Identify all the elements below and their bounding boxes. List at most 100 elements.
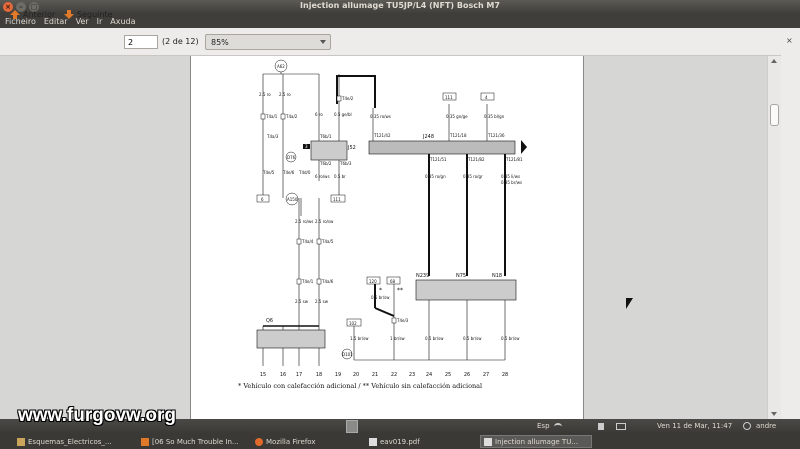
terminal-label: T121/81 [505, 157, 523, 162]
clock[interactable]: Ven 11 de Mar, 11:47 [657, 422, 732, 430]
document-icon [369, 437, 377, 446]
terminal-label: T121/51 [429, 157, 447, 162]
wire-label: 0.5 br/sw [371, 295, 390, 300]
marker-double-star: ** [397, 287, 403, 294]
column-number: 21 [372, 372, 378, 378]
mail-icon[interactable] [616, 423, 626, 430]
vertical-scrollbar[interactable] [767, 56, 781, 419]
terminal-label: T4e/1 [301, 279, 314, 284]
zoom-select[interactable]: 85% [205, 34, 331, 50]
watermark: www.furgovw.org [18, 405, 176, 426]
page-count: (2 de 12) [162, 37, 199, 46]
label-j248: J248 [422, 134, 434, 140]
wire-label: 0.35 ro/gr [463, 174, 483, 179]
column-number: 15 [260, 372, 266, 378]
label-n239: N239 [416, 273, 429, 279]
wire-label: 0.35 br/ws [501, 180, 522, 185]
wire-label: 6 ro/ws [315, 174, 330, 179]
close-document-icon[interactable]: × [786, 36, 793, 45]
terminal-label: T121/82 [467, 157, 485, 162]
task-music[interactable]: [06 So Much Trouble In... [138, 435, 248, 448]
wire-label: 2.5 ro/sw [315, 219, 334, 224]
wire-label: 0.35 ro/gn [425, 174, 446, 179]
menu-help[interactable]: Axuda [110, 17, 135, 26]
terminal-label: T121/36 [487, 133, 505, 138]
power-icon[interactable] [743, 422, 751, 430]
terminal-label: T6b/1 [319, 134, 332, 139]
wire-label: 0.5 br/sw [501, 336, 520, 341]
label-a62: A62 [277, 64, 285, 69]
wire-label: 1 br/sw [390, 336, 405, 341]
wire-label: 0.35 li/ws [501, 174, 520, 179]
next-page-button[interactable]: Seguinte [64, 7, 113, 21]
terminal-label: T4a/4 [301, 239, 314, 244]
column-number: 19 [335, 372, 341, 378]
scroll-up-icon[interactable] [771, 59, 777, 63]
task-label: Injection allumage TU... [495, 437, 579, 446]
column-number: 28 [502, 372, 508, 378]
wire-label: 0.5 br/sw [463, 336, 482, 341]
arrow-up-icon [10, 9, 20, 19]
volume-icon[interactable] [598, 423, 604, 430]
user-name[interactable]: andre [756, 422, 776, 430]
wire-label: 0.5 br [334, 174, 346, 179]
wire-label: 0.5 ge/bl [334, 112, 352, 117]
page-number-input[interactable] [124, 35, 158, 49]
terminal-label: T4e/2 [341, 96, 354, 101]
workspace-cube-icon[interactable] [346, 420, 358, 433]
box-label-111: 111 [333, 197, 341, 202]
toolbar [0, 28, 800, 56]
previous-page-button[interactable]: Anterior [10, 7, 55, 21]
circle-label-a150: A150 [287, 197, 298, 202]
terminal-label: T4e/5 [262, 170, 275, 175]
keyboard-layout[interactable]: Esp [537, 422, 550, 430]
scrollbar-thumb[interactable] [770, 104, 779, 126]
wire-label: 2.5 sw [315, 299, 329, 304]
next-page-label: Seguinte [77, 9, 113, 19]
wire-label: 6 ro [315, 112, 323, 117]
document-icon [484, 437, 492, 446]
document-page: A62 111 4 J248 J52 N239 N75 N18 Q6 3 6 1… [190, 56, 584, 419]
label-q6: Q6 [266, 318, 273, 324]
wire-label: 2.5 ro/ws [295, 219, 313, 224]
task-label: eav019.pdf [380, 437, 420, 446]
window-title: Injection allumage TU5JP/L4 (NFT) Bosch … [300, 1, 500, 10]
box-label-120: 120 [369, 279, 377, 284]
task-eav019[interactable]: eav019.pdf [366, 435, 476, 448]
column-number: 25 [445, 372, 451, 378]
terminal-label: T4a/5 [321, 239, 334, 244]
terminal-label: T4a/2 [285, 114, 298, 119]
wire-label: 2.5 sw [295, 299, 309, 304]
task-injection[interactable]: Injection allumage TU... [480, 435, 592, 448]
terminal-label: T4e/3 [396, 318, 409, 323]
folder-icon [17, 437, 25, 446]
wire-label: 2.5 ro [279, 92, 291, 97]
terminal-label: T121/18 [449, 133, 467, 138]
wire-label: 0.35 ro/ws [370, 114, 391, 119]
menubar: Ficheiro Editar Ver Ir Axuda [0, 14, 800, 28]
task-label: Mozilla Firefox [266, 437, 316, 446]
task-firefox[interactable]: Mozilla Firefox [252, 435, 362, 448]
document-viewport[interactable]: A62 111 4 J248 J52 N239 N75 N18 Q6 3 6 1… [0, 56, 781, 419]
task-esquemas[interactable]: Esquemas_Electricos_... [14, 435, 132, 448]
circle-label-d76: D76 [287, 155, 296, 160]
music-player-icon [141, 437, 149, 446]
diagram-footnote: * Vehículo con calefacción adicional / *… [238, 382, 482, 390]
wire-label: 2.5 ro [259, 92, 271, 97]
window-titlebar: × – □ Injection allumage TU5JP/L4 (NFT) … [0, 0, 800, 14]
column-number: 18 [316, 372, 322, 378]
column-number: 27 [483, 372, 489, 378]
network-icon[interactable] [554, 423, 562, 430]
terminal-label: T4d/0 [298, 170, 311, 175]
terminal-label: T4a/6 [321, 279, 334, 284]
terminal-label: T4a/3 [266, 134, 279, 139]
scroll-down-icon[interactable] [771, 412, 777, 416]
chevron-down-icon [320, 40, 326, 44]
terminal-label: T121/42 [373, 133, 391, 138]
label-n75: N75 [456, 273, 466, 279]
mouse-pointer-icon [626, 298, 633, 309]
column-number: 23 [409, 372, 415, 378]
marker-star: * [379, 287, 382, 294]
arrow-down-icon [64, 9, 74, 19]
label-n18: N18 [492, 273, 502, 279]
